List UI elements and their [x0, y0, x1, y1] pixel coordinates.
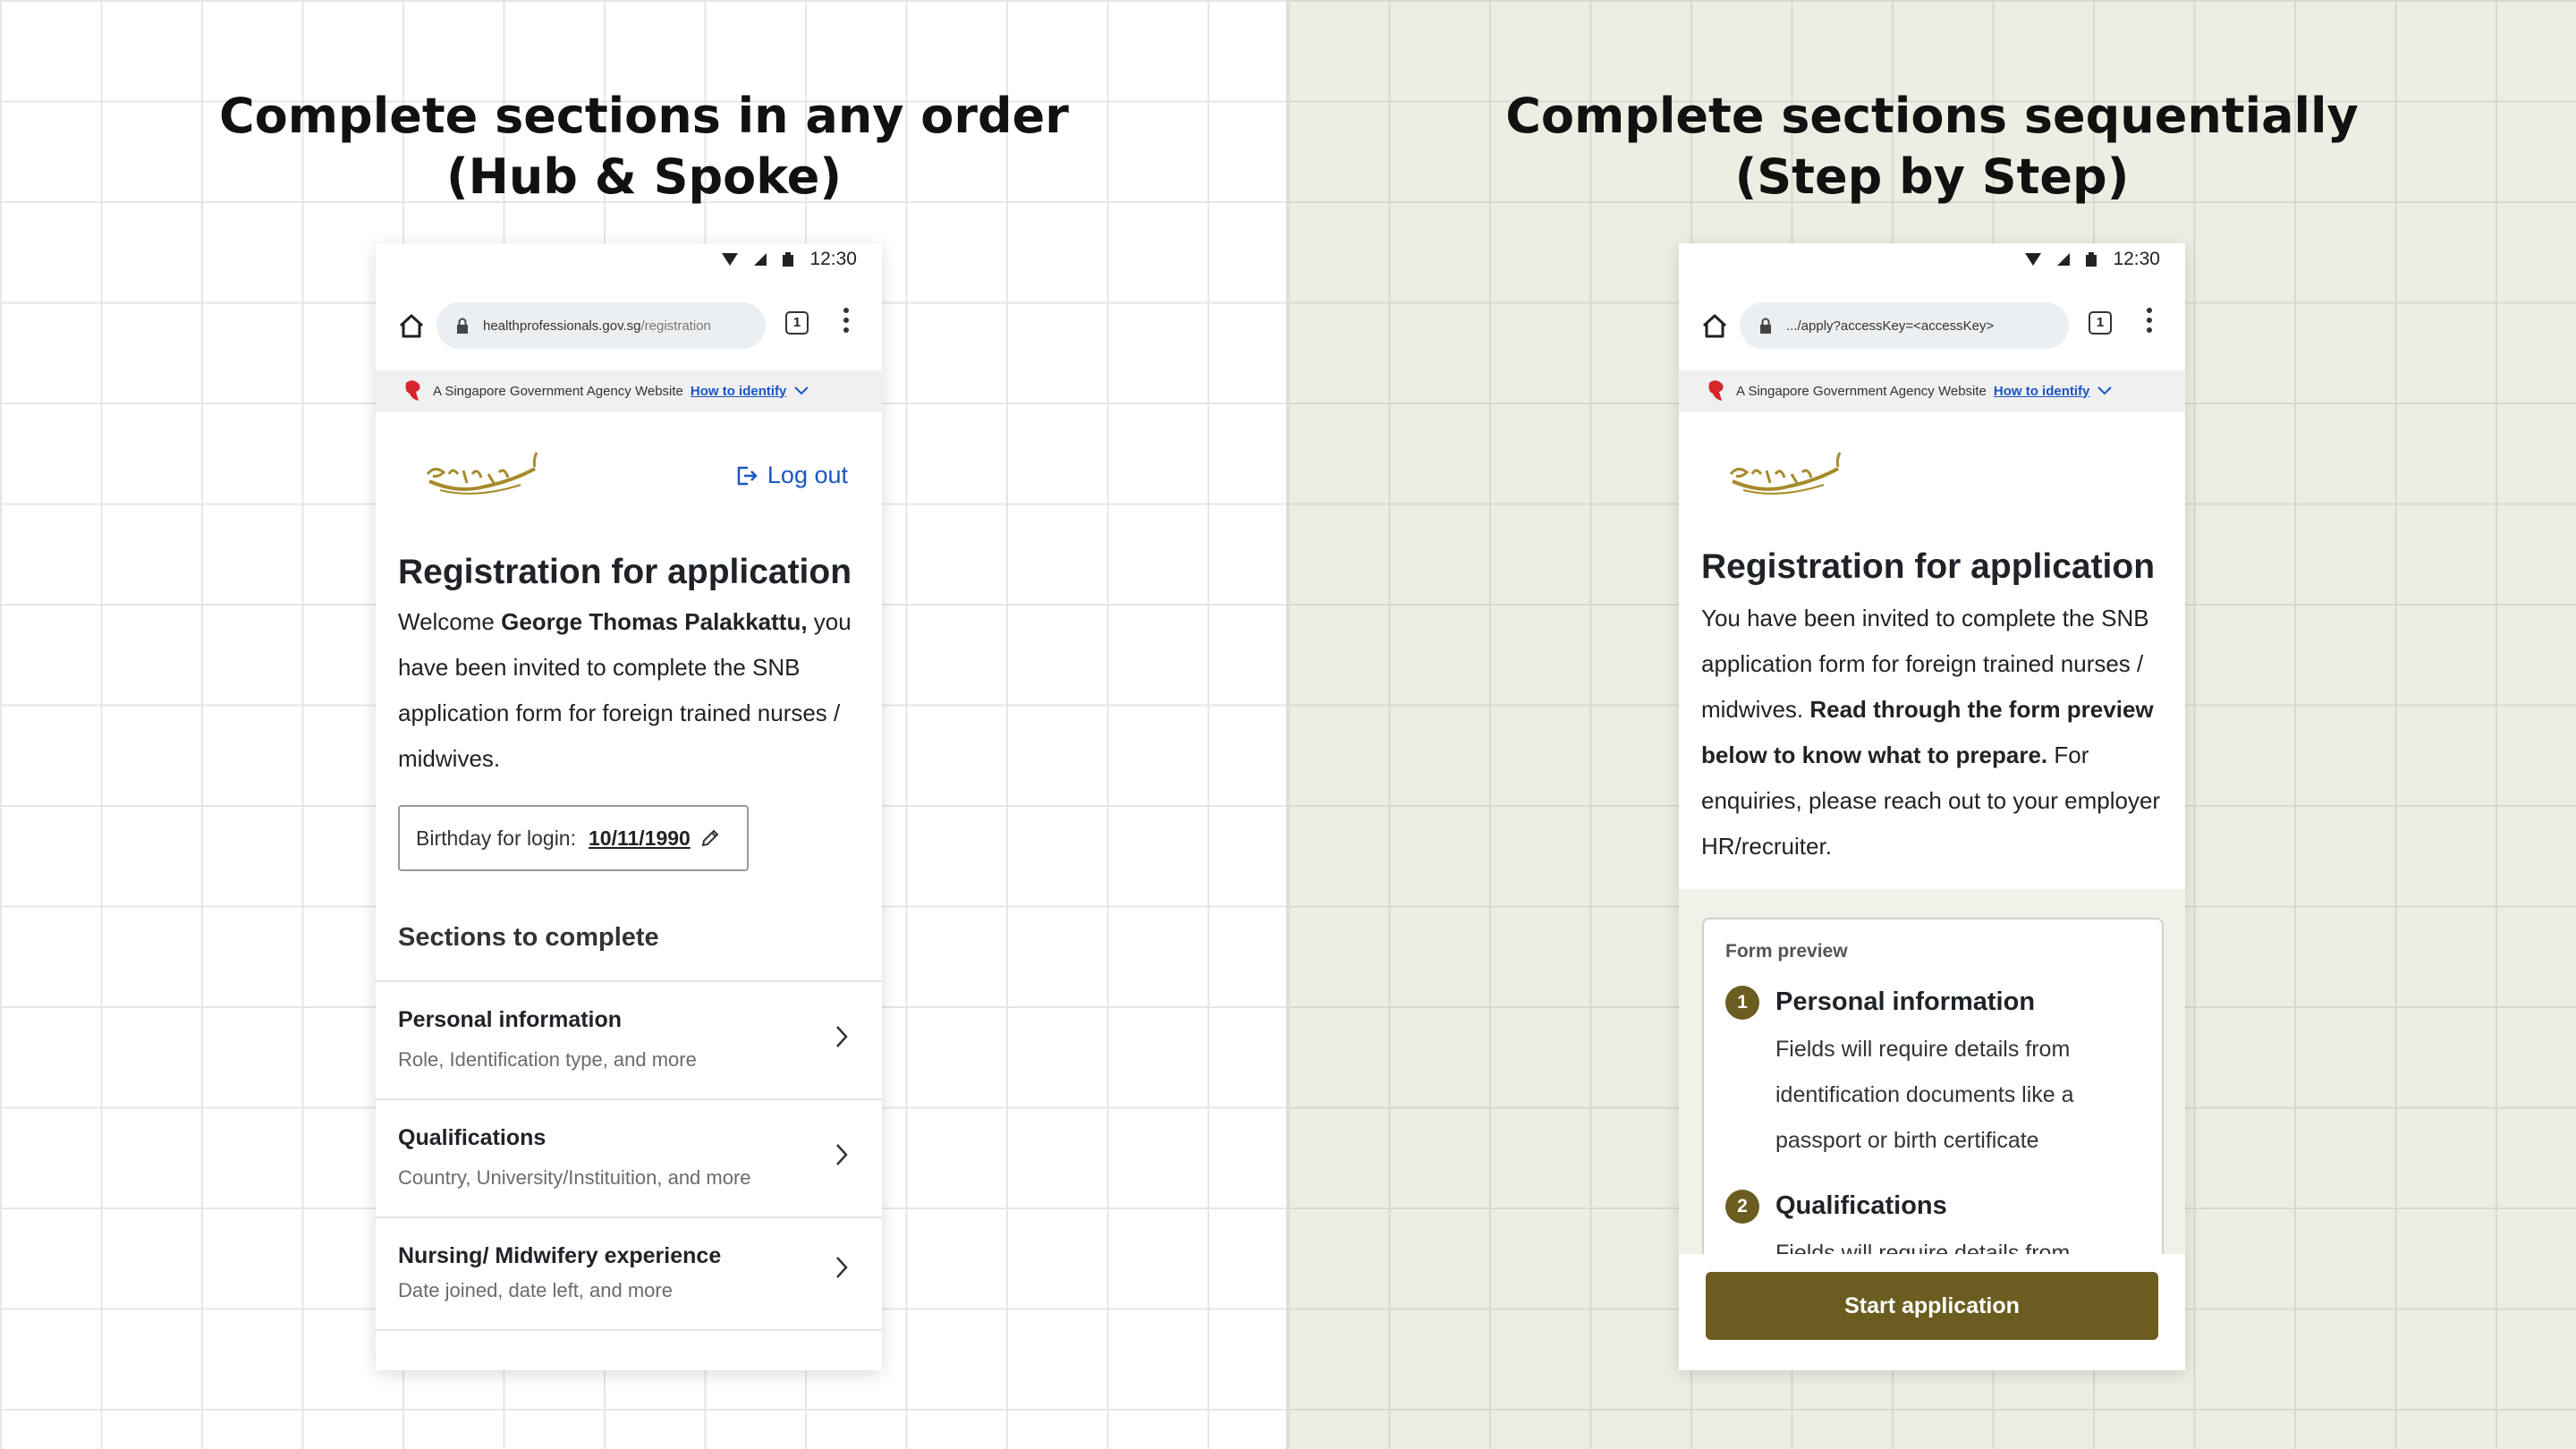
- hub-spoke-panel: Complete sections in any order (Hub & Sp…: [0, 0, 1288, 1449]
- section-subtitle: Country, University/Instituition, and mo…: [398, 1166, 751, 1189]
- form-preview-card: Form preview 1 Personal information Fiel…: [1702, 918, 2164, 1293]
- panel-divider: [1286, 0, 1290, 1449]
- page-title: Registration for application: [398, 553, 852, 591]
- snb-logo: [1729, 452, 1842, 495]
- section-personal-information[interactable]: Personal information Role, Identificatio…: [376, 980, 882, 1098]
- how-to-identify-link[interactable]: How to identify: [1994, 384, 2090, 399]
- status-bar: 12:30: [1679, 243, 2185, 279]
- chevron-down-icon[interactable]: [793, 386, 809, 396]
- sections-title: Sections to complete: [398, 923, 659, 952]
- url-field[interactable]: .../apply?accessKey=<accessKey>: [1740, 302, 2069, 349]
- chevron-right-icon: [836, 1026, 848, 1047]
- clock-time: 12:30: [809, 249, 857, 269]
- home-icon[interactable]: [394, 308, 429, 343]
- logout-icon: [737, 466, 758, 485]
- heading-line-1: Complete sections in any order: [219, 88, 1069, 144]
- section-qualifications[interactable]: Qualifications Country, University/Insti…: [376, 1098, 882, 1216]
- clock-time: 12:30: [2113, 249, 2160, 269]
- welcome-prefix: Welcome: [398, 608, 502, 635]
- url-path: /registration: [640, 318, 711, 334]
- chevron-right-icon: [836, 1257, 848, 1278]
- section-nursing-experience[interactable]: Nursing/ Midwifery experience Date joine…: [376, 1216, 882, 1331]
- birthday-value[interactable]: 10/11/1990: [589, 826, 691, 851]
- section-title: Qualifications: [398, 1125, 547, 1150]
- browser-address-bar: .../apply?accessKey=<accessKey> 1: [1679, 297, 2185, 354]
- sections-list: Personal information Role, Identificatio…: [376, 980, 882, 1331]
- battery-icon: [2086, 252, 2097, 267]
- how-to-identify-link[interactable]: How to identify: [691, 384, 787, 399]
- step-title: Qualifications: [1775, 1191, 1947, 1220]
- birthday-label: Birthday for login:: [416, 826, 576, 850]
- hub-spoke-heading: Complete sections in any order (Hub & Sp…: [0, 86, 1288, 208]
- section-title: Nursing/ Midwifery experience: [398, 1243, 722, 1268]
- gov-masthead-text: A Singapore Government Agency Website: [433, 383, 683, 399]
- gov-masthead: A Singapore Government Agency Website Ho…: [1679, 370, 2185, 411]
- url-text: healthprofessionals.gov.sg/registration: [483, 318, 711, 334]
- form-preview-label: Form preview: [1725, 941, 1848, 962]
- phone-mockup-step: 12:30 .../apply?accessKey=<accessKey> 1 …: [1679, 243, 2185, 1370]
- home-icon[interactable]: [1697, 308, 1733, 343]
- wifi-icon: [722, 253, 739, 266]
- lion-head-icon: [1708, 380, 1724, 401]
- lion-head-icon: [405, 380, 420, 401]
- section-subtitle: Date joined, date left, and more: [398, 1279, 673, 1301]
- gov-masthead: A Singapore Government Agency Website Ho…: [376, 370, 882, 411]
- url-text: .../apply?accessKey=<accessKey>: [1786, 318, 1995, 334]
- more-menu-icon[interactable]: [2146, 308, 2153, 336]
- intro-text: You have been invited to complete the SN…: [1701, 596, 2172, 869]
- signal-icon: [754, 253, 767, 266]
- wifi-icon: [2025, 253, 2042, 266]
- logout-label: Log out: [767, 462, 848, 488]
- step-number-badge: 1: [1725, 986, 1759, 1020]
- step-by-step-heading: Complete sections sequentially (Step by …: [1288, 86, 2576, 208]
- step-title: Personal information: [1775, 987, 2036, 1016]
- welcome-text: Welcome George Thomas Palakkattu, you ha…: [398, 599, 863, 782]
- url-field[interactable]: healthprofessionals.gov.sg/registration: [436, 302, 766, 349]
- tabs-count-icon[interactable]: 1: [785, 311, 809, 335]
- status-bar: 12:30: [376, 243, 882, 279]
- section-subtitle: Role, Identification type, and more: [398, 1048, 697, 1071]
- browser-address-bar: healthprofessionals.gov.sg/registration …: [376, 297, 882, 354]
- signal-icon: [2057, 253, 2071, 266]
- page-title: Registration for application: [1701, 547, 2156, 586]
- chevron-right-icon: [836, 1144, 848, 1165]
- birthday-login-field[interactable]: Birthday for login: 10/11/1990: [398, 805, 749, 871]
- heading-line-1: Complete sections sequentially: [1505, 88, 2359, 144]
- heading-line-2: (Hub & Spoke): [445, 148, 843, 205]
- pencil-icon[interactable]: [699, 827, 721, 849]
- lock-icon: [1760, 318, 1771, 334]
- phone-mockup-hub: 12:30 healthprofessionals.gov.sg/registr…: [376, 243, 882, 1370]
- more-menu-icon[interactable]: [843, 308, 850, 336]
- step-number-badge: 2: [1725, 1190, 1759, 1224]
- lock-icon: [457, 318, 468, 334]
- chevron-down-icon[interactable]: [2097, 386, 2113, 396]
- url-domain: healthprofessionals.gov.sg: [483, 318, 641, 334]
- snb-logo: [426, 452, 538, 495]
- section-title: Personal information: [398, 1007, 623, 1032]
- battery-icon: [783, 252, 794, 267]
- start-application-button[interactable]: Start application: [1706, 1272, 2158, 1340]
- logout-button[interactable]: Log out: [733, 462, 848, 489]
- tabs-count-icon[interactable]: 1: [2089, 311, 2112, 335]
- step-description: Fields will require details from identif…: [1775, 1037, 2074, 1153]
- user-name: George Thomas Palakkattu,: [501, 608, 808, 635]
- heading-line-2: (Step by Step): [1734, 148, 2130, 205]
- sticky-footer: Start application: [1679, 1254, 2185, 1370]
- gov-masthead-text: A Singapore Government Agency Website: [1736, 383, 1987, 399]
